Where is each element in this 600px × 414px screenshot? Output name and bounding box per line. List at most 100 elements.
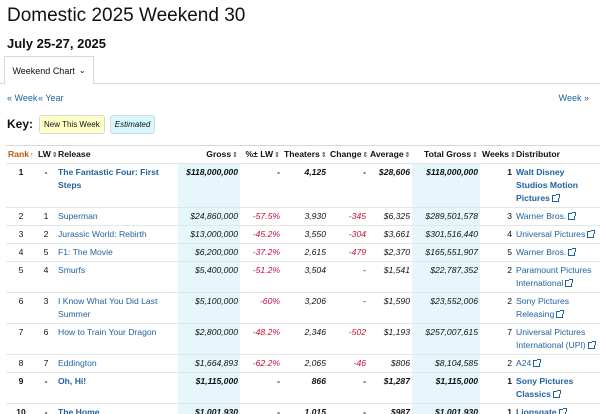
weekend-chart-dropdown[interactable]: Weekend Chart ⌄ xyxy=(4,56,94,84)
box-office-table-container: Rank↑ LW⇕ Release Gross⇕ %± LW⇕ Theaters… xyxy=(6,145,600,414)
table-row: 2 1 Superman $24,860,000 -57.5% 3,930 -345 $6,3… xyxy=(6,206,600,225)
cell-distributor: A24 xyxy=(514,353,600,372)
release-link[interactable]: The Fantastic Four: First Steps xyxy=(58,167,159,190)
cell-average: $1,287 xyxy=(368,371,412,403)
external-link-icon[interactable] xyxy=(568,211,577,220)
estimated-badge: Estimated xyxy=(109,114,156,134)
cell-change: - xyxy=(328,371,368,403)
distributor-link[interactable]: Warner Bros. xyxy=(516,211,566,221)
chevron-down-icon: ⌄ xyxy=(78,66,86,75)
cell-total-gross: $289,501,578 xyxy=(412,206,480,225)
page-title: Domestic 2025 Weekend 30 xyxy=(7,5,246,26)
table-row: 10- The Home $1,001,930-1,015- $987 $1,001,9… xyxy=(6,402,600,414)
cell-lw: - xyxy=(36,371,56,403)
col-header-theaters[interactable]: Theaters⇕ xyxy=(282,146,328,163)
cell-change: -345 xyxy=(328,206,368,225)
cell-rank: 5 xyxy=(6,260,36,292)
external-link-icon[interactable] xyxy=(568,247,577,256)
chart-tabbar: Weekend Chart ⌄ xyxy=(0,56,600,84)
cell-weeks: 4 xyxy=(480,224,514,243)
cell-rank: 2 xyxy=(6,206,36,225)
cell-release: The Fantastic Four: First Steps xyxy=(56,162,178,207)
cell-weeks: 2 xyxy=(480,291,514,323)
prev-week-link[interactable]: « Week xyxy=(7,93,37,103)
sort-icon: ⇕ xyxy=(404,152,411,160)
sort-icon: ⇕ xyxy=(320,152,327,160)
cell-theaters: 866 xyxy=(282,371,328,403)
cell-pct-lw: - xyxy=(240,402,282,414)
release-link[interactable]: How to Train Your Dragon xyxy=(58,327,156,337)
external-link-icon[interactable] xyxy=(533,358,542,367)
distributor-link[interactable]: Universal Pictures xyxy=(516,229,585,239)
cell-rank: 9 xyxy=(6,371,36,403)
col-header-release[interactable]: Release xyxy=(56,146,178,163)
table-row: 63I Know What You Did Last Summer $5,100,… xyxy=(6,291,600,323)
distributor-link[interactable]: A24 xyxy=(516,358,531,368)
table-row: 3 2 Jurassic World: Rebirth $13,000,000 -45.… xyxy=(6,224,600,243)
col-header-rank[interactable]: Rank↑ xyxy=(6,146,36,163)
table-row: 5 4 Smurfs $5,400,000 -51.2% 3,504- $1,541 $22,… xyxy=(6,260,600,292)
external-link-icon[interactable] xyxy=(551,193,560,202)
col-header-total-gross[interactable]: Total Gross⇕ xyxy=(412,146,480,163)
sort-icon: ⇕ xyxy=(274,152,280,160)
cell-change: - xyxy=(328,402,368,414)
cell-lw: - xyxy=(36,162,56,207)
distributor-link[interactable]: Sony Pictures Classics xyxy=(516,376,573,399)
cell-weeks: 2 xyxy=(480,353,514,372)
col-header-change[interactable]: Change⇕ xyxy=(328,146,368,163)
distributor-link[interactable]: Universal Pictures International (UPI) xyxy=(516,327,586,350)
cell-lw: 6 xyxy=(36,322,56,354)
cell-rank: 8 xyxy=(6,353,36,372)
cell-weeks: 1 xyxy=(480,402,514,414)
cell-weeks: 2 xyxy=(480,260,514,292)
sort-asc-icon: ↑ xyxy=(30,152,34,160)
cell-distributor: Warner Bros. xyxy=(514,206,600,225)
external-link-icon[interactable] xyxy=(558,407,567,414)
cell-change: -502 xyxy=(328,322,368,354)
sort-icon: ⇕ xyxy=(232,152,238,160)
cell-lw: 7 xyxy=(36,353,56,372)
cell-theaters: 3,504 xyxy=(282,260,328,292)
release-link[interactable]: Superman xyxy=(58,211,98,221)
cell-rank: 7 xyxy=(6,322,36,354)
distributor-link[interactable]: Walt Disney Studios Motion Pictures xyxy=(516,167,578,203)
release-link[interactable]: F1: The Movie xyxy=(58,247,113,257)
cell-distributor: Walt Disney Studios Motion Pictures xyxy=(514,162,600,207)
cell-distributor: Universal Pictures xyxy=(514,224,600,243)
col-header-distributor[interactable]: Distributor xyxy=(514,146,600,163)
release-link[interactable]: Eddington xyxy=(58,358,97,368)
prev-year-link[interactable]: « Year xyxy=(38,93,64,103)
cell-total-gross: $1,115,000 xyxy=(412,371,480,403)
release-link[interactable]: Jurassic World: Rebirth xyxy=(58,229,147,239)
external-link-icon[interactable] xyxy=(587,340,596,349)
col-header-gross[interactable]: Gross⇕ xyxy=(178,146,240,163)
release-link[interactable]: Oh, Hi! xyxy=(58,376,86,386)
sort-icon: ⇕ xyxy=(51,152,58,160)
cell-weeks: 5 xyxy=(480,242,514,261)
cell-gross: $5,100,000 xyxy=(178,291,240,323)
cell-release: Jurassic World: Rebirth xyxy=(56,224,178,243)
cell-rank: 4 xyxy=(6,242,36,261)
col-header-pct-lw[interactable]: %± LW⇕ xyxy=(240,146,282,163)
cell-weeks: 1 xyxy=(480,371,514,403)
cell-release: I Know What You Did Last Summer xyxy=(56,291,178,323)
external-link-icon[interactable] xyxy=(556,309,565,318)
sort-icon: ⇕ xyxy=(362,152,369,160)
col-header-weeks[interactable]: Weeks⇕ xyxy=(480,146,516,163)
external-link-icon[interactable] xyxy=(552,389,561,398)
col-header-average[interactable]: Average⇕ xyxy=(368,146,412,163)
external-link-icon[interactable] xyxy=(565,278,574,287)
release-link[interactable]: Smurfs xyxy=(58,265,85,275)
release-link[interactable]: The Home xyxy=(58,407,100,414)
distributor-link[interactable]: Paramount Pictures International xyxy=(516,265,591,288)
next-week-link[interactable]: Week » xyxy=(559,93,589,103)
cell-lw: 5 xyxy=(36,242,56,261)
cell-lw: 3 xyxy=(36,291,56,323)
cell-rank: 1 xyxy=(6,162,36,207)
col-header-lw[interactable]: LW⇕ xyxy=(36,146,58,163)
cell-distributor: Warner Bros. xyxy=(514,242,600,261)
external-link-icon[interactable] xyxy=(587,229,596,238)
distributor-link[interactable]: Warner Bros. xyxy=(516,247,566,257)
distributor-link[interactable]: Lionsgate xyxy=(516,407,557,414)
release-link[interactable]: I Know What You Did Last Summer xyxy=(58,296,157,319)
